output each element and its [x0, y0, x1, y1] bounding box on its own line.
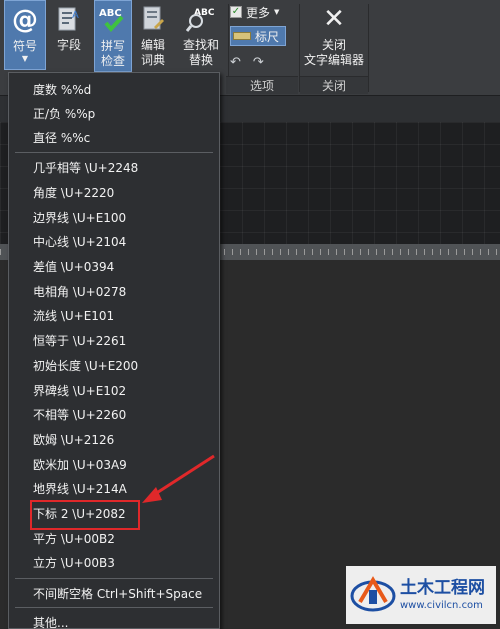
- spell-check-label-1: 拼写: [100, 39, 125, 53]
- close-text-editor-button[interactable]: ✕ 关闭 文字编辑器: [302, 0, 366, 72]
- menu-item-angle[interactable]: 角度 \U+2220: [9, 180, 219, 204]
- svg-text:A: A: [72, 10, 79, 21]
- watermark: 土木工程网 www.civilcn.com: [346, 566, 496, 624]
- menu-item-not-equal[interactable]: 不相等 \U+2260: [9, 402, 219, 426]
- menu-item-other[interactable]: 其他...: [9, 610, 219, 629]
- edit-dictionary-button[interactable]: 编辑 词典: [134, 0, 172, 72]
- checkbox-icon: ✓: [230, 6, 242, 18]
- redo-icon[interactable]: ↷: [253, 55, 264, 70]
- find-replace-button[interactable]: ABC 查找和 替换: [176, 0, 226, 72]
- menu-item-omega[interactable]: 欧米加 \U+03A9: [9, 452, 219, 476]
- find-replace-label-2: 替换: [188, 53, 213, 67]
- close-panel-label: 关闭: [300, 76, 368, 94]
- more-label: 更多: [246, 5, 271, 20]
- highlight-box: [30, 500, 140, 530]
- options-panel-label: 选项: [226, 76, 298, 94]
- field-button-label: 字段: [56, 38, 81, 52]
- field-button[interactable]: A 字段: [50, 0, 88, 72]
- spell-check-icon: ABC: [98, 5, 128, 35]
- close-icon: ✕: [323, 4, 345, 34]
- menu-item-diameter[interactable]: 直径 %%c: [9, 125, 219, 149]
- spell-check-button[interactable]: ABC 拼写 检查: [94, 0, 132, 72]
- menu-item-monument-line[interactable]: 界碑线 \U+E102: [9, 378, 219, 402]
- svg-text:ABC: ABC: [194, 8, 215, 18]
- close-label-2: 文字编辑器: [303, 53, 364, 67]
- menu-item-boundary-line[interactable]: 边界线 \U+E100: [9, 205, 219, 229]
- menu-item-property-line[interactable]: 地界线 \U+214A: [9, 476, 219, 500]
- find-replace-icon: ABC: [186, 4, 216, 34]
- menu-item-ohm[interactable]: 欧姆 \U+2126: [9, 427, 219, 451]
- more-dropdown[interactable]: ✓ 更多 ▼: [230, 2, 279, 22]
- watermark-title: 土木工程网: [400, 578, 485, 598]
- edit-dictionary-label-2: 词典: [140, 53, 165, 67]
- ruler-icon: [233, 32, 251, 40]
- field-icon: A: [54, 4, 84, 34]
- ribbon-separator: [368, 4, 369, 92]
- edit-dictionary-label-1: 编辑: [140, 38, 165, 52]
- watermark-url: www.civilcn.com: [400, 600, 483, 611]
- find-replace-label-1: 查找和: [182, 38, 219, 52]
- svg-text:ABC: ABC: [99, 8, 122, 19]
- civilcn-logo: [350, 576, 396, 612]
- menu-separator: [15, 607, 213, 608]
- symbol-button[interactable]: @ 符号 ▼: [4, 0, 46, 70]
- menu-item-plus-minus[interactable]: 正/负 %%p: [9, 101, 219, 125]
- undo-icon[interactable]: ↶: [230, 55, 241, 70]
- menu-item-flow-line[interactable]: 流线 \U+E101: [9, 303, 219, 327]
- menu-item-non-breaking-space[interactable]: 不间断空格 Ctrl+Shift+Space: [9, 581, 219, 605]
- menu-item-initial-length[interactable]: 初始长度 \U+E200: [9, 353, 219, 377]
- menu-item-almost-equal[interactable]: 几乎相等 \U+2248: [9, 155, 219, 179]
- menu-item-identity[interactable]: 恒等于 \U+2261: [9, 328, 219, 352]
- spell-check-label-2: 检查: [100, 54, 125, 68]
- menu-separator: [15, 578, 213, 579]
- menu-item-delta[interactable]: 差值 \U+0394: [9, 254, 219, 278]
- close-label-1: 关闭: [321, 38, 346, 52]
- symbol-menu: 度数 %%d 正/负 %%p 直径 %%c 几乎相等 \U+2248 角度 \U…: [8, 72, 220, 629]
- menu-item-center-line[interactable]: 中心线 \U+2104: [9, 229, 219, 253]
- chevron-down-icon: ▼: [21, 54, 29, 63]
- ruler-toggle[interactable]: 标尺: [230, 26, 287, 46]
- menu-item-cubed[interactable]: 立方 \U+00B3: [9, 550, 219, 574]
- menu-separator: [15, 152, 213, 153]
- chevron-down-icon: ▼: [274, 8, 280, 16]
- menu-item-degree[interactable]: 度数 %%d: [9, 77, 219, 101]
- menu-item-electrical-phase[interactable]: 电相角 \U+0278: [9, 279, 219, 303]
- symbol-button-label: 符号: [12, 39, 37, 53]
- ruler-label: 标尺: [255, 29, 280, 44]
- dictionary-icon: [138, 4, 168, 34]
- at-sign-icon: @: [12, 5, 38, 35]
